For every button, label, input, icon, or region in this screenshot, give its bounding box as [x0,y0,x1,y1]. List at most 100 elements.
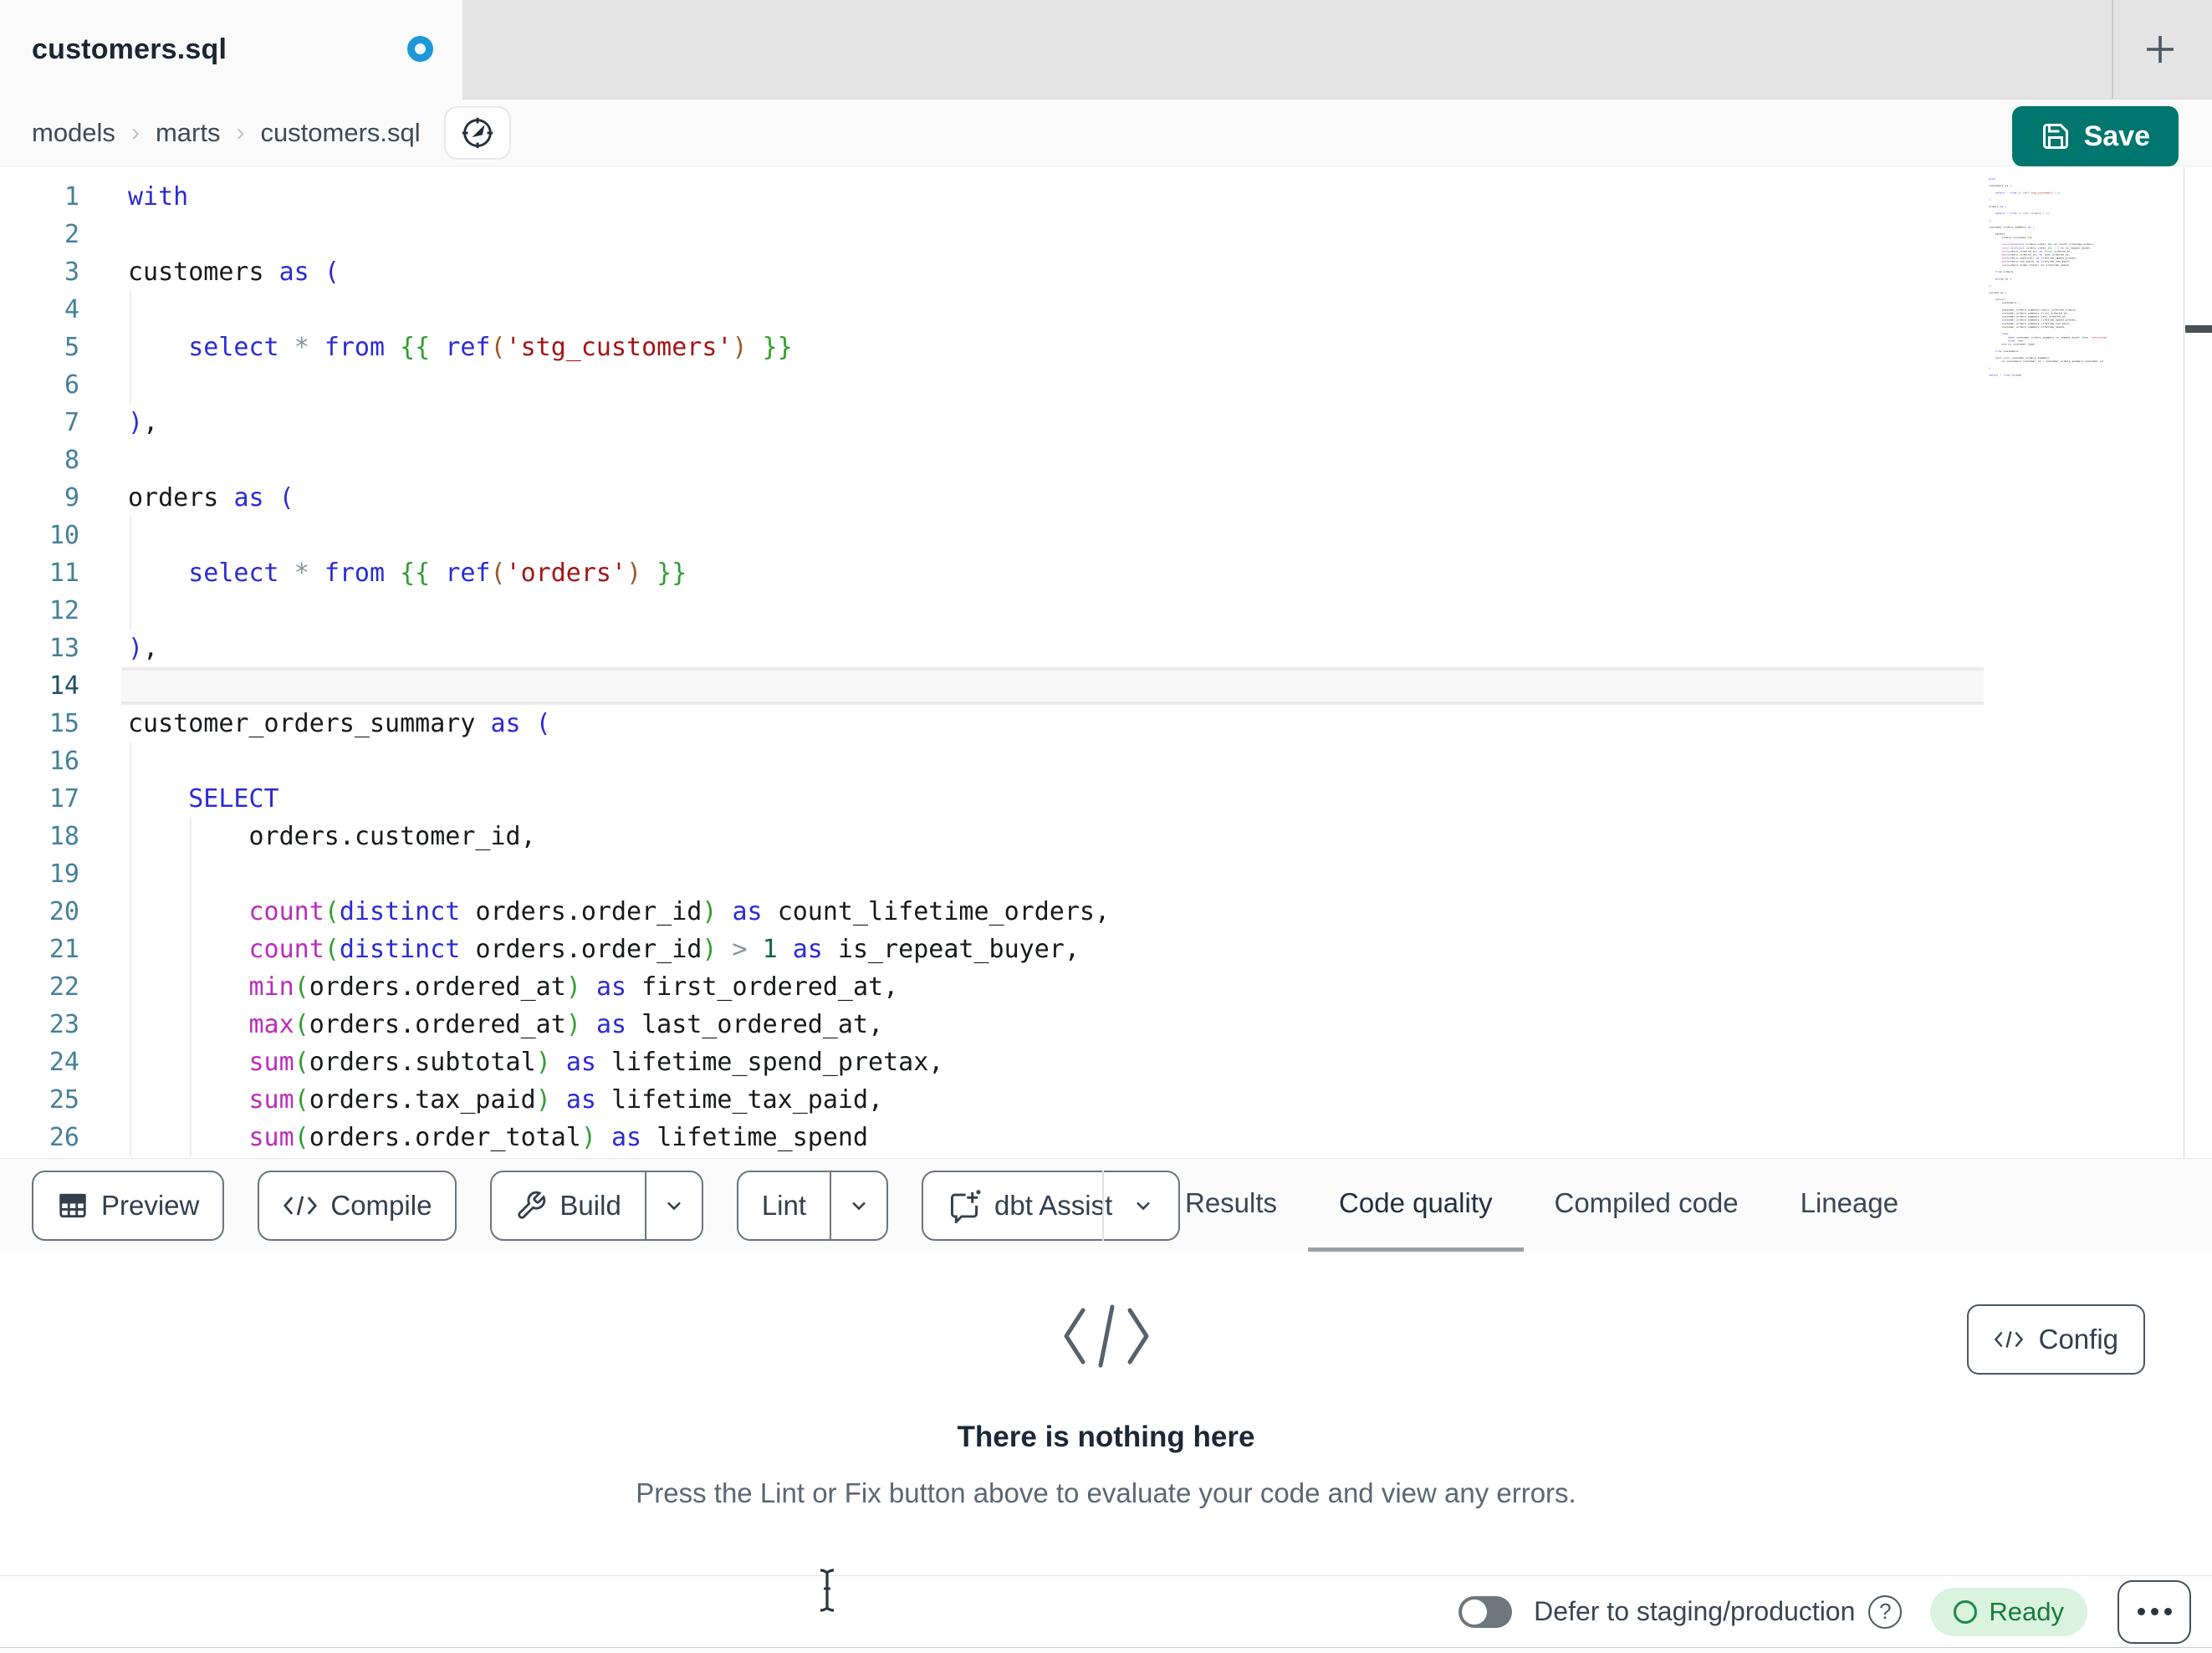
new-tab-button[interactable] [2122,13,2199,85]
code-icon [284,1196,318,1216]
unsaved-changes-dot [407,36,433,62]
status-bar: Defer to staging/production ? Ready [0,1575,2212,1647]
breadcrumb-separator: › [236,118,245,146]
wrench-icon [518,1191,546,1219]
minimap[interactable]: with customers as ( select * from {{ ref… [1989,177,2183,1147]
code-line[interactable]: 12 [0,592,2212,630]
tab-lineage[interactable]: Lineage [1770,1159,1929,1253]
code-icon [1994,1331,2023,1348]
code-line[interactable]: 7), [0,404,2212,441]
code-line[interactable]: 22 min(orders.ordered_at) as first_order… [0,968,2212,1006]
line-number: 13 [49,634,79,663]
line-number: 12 [49,596,79,625]
chevron-down-icon [1137,1201,1151,1211]
breadcrumb-file: customers.sql [260,117,421,147]
ide-status-badge[interactable]: Ready [1930,1587,2087,1636]
code-line[interactable]: 4 [0,291,2212,329]
toggle-knob [1462,1599,1488,1625]
assist-sparkle-icon [951,1190,981,1223]
code-line[interactable]: 1 with [0,178,2212,216]
code-line[interactable]: 18 orders.customer_id, [0,818,2212,855]
defer-toggle[interactable] [1458,1595,1513,1628]
plus-icon [2147,36,2174,63]
code-line[interactable]: 26 sum(orders.order_total) as lifetime_s… [0,1119,2212,1156]
more-options-button[interactable] [2117,1579,2191,1644]
line-number: 17 [49,784,79,814]
code-line[interactable]: 11 select * from {{ ref('orders') }} [0,554,2212,592]
tab-code-quality[interactable]: Code quality [1308,1159,1524,1253]
line-number: 14 [49,671,79,701]
code-line[interactable]: 23 max(orders.ordered_at) as last_ordere… [0,1006,2212,1043]
code-text: sum(orders.tax_paid) as lifetime_tax_pai… [248,1085,884,1115]
compile-button[interactable]: Compile [258,1171,457,1241]
code-line[interactable]: 10 [0,517,2212,554]
code-line[interactable]: 14 [0,667,2212,705]
code-line[interactable]: 16 [0,742,2212,780]
line-number: 5 [64,333,79,362]
tab-bar-divider [2112,0,2113,99]
open-in-explorer-button[interactable] [443,105,511,160]
code-line[interactable]: 25 sum(orders.tax_paid) as lifetime_tax_… [0,1081,2212,1119]
ide-status-label: Ready [1989,1596,2064,1626]
dbt-ide-window: customers.sql models › marts › customers… [0,0,2212,1653]
code-line[interactable]: 8 [0,441,2212,479]
code-line[interactable]: 19 [0,855,2212,893]
table-icon [59,1193,86,1218]
save-button[interactable]: Save [2011,106,2179,166]
breadcrumb-marts: marts [155,117,221,147]
preview-label: Preview [101,1190,200,1221]
tab-results[interactable]: Results [1154,1159,1308,1253]
code-text: max(orders.ordered_at) as last_ordered_a… [248,1010,884,1039]
file-tab-title: customers.sql [32,33,227,65]
dbt-assist-label: dbt Assist [994,1190,1113,1221]
code-quality-panel: There is nothing here Press the Lint or … [0,1252,2212,1575]
code-line[interactable]: 20 count(distinct orders.order_id) as co… [0,893,2212,931]
code-editor[interactable]: 1 with 2 3 customers as (4 5 select * from … [0,167,2212,1158]
code-lines[interactable]: 1 with 2 3 customers as (4 5 select * from … [0,178,2212,1156]
line-number: 11 [49,559,79,588]
code-line[interactable]: 2 [0,216,2212,253]
tab-compiled-code[interactable]: Compiled code [1524,1159,1770,1253]
lint-menu-button[interactable] [830,1172,886,1239]
code-line[interactable]: 5 select * from {{ ref('stg_customers') … [0,329,2212,366]
editor-tab-bar: customers.sql [0,0,2212,99]
code-line[interactable]: 21 count(distinct orders.order_id) > 1 a… [0,931,2212,968]
line-number: 9 [64,483,79,513]
code-text: sum(orders.order_total) as lifetime_spen… [248,1123,869,1152]
chevron-down-icon [852,1201,866,1211]
line-number: 19 [49,860,79,889]
defer-label: Defer to staging/production [1534,1596,1856,1626]
code-line[interactable]: 17 SELECT [0,780,2212,818]
breadcrumb-row: models › marts › customers.sql Save [0,99,2212,166]
editor-scrollbar-marker[interactable] [2185,325,2212,333]
code-line[interactable]: 15 customer_orders_summary as ( [0,705,2212,742]
code-line[interactable]: 3 customers as ( [0,253,2212,291]
code-text: count(distinct orders.order_id) > 1 as i… [248,935,1080,964]
help-icon[interactable]: ? [1868,1594,1903,1629]
action-bar-divider [1102,1171,1104,1241]
line-number: 6 [64,370,79,400]
dbt-assist-button[interactable]: dbt Assist [922,1171,1181,1241]
code-line[interactable]: 6 [0,366,2212,404]
line-number: 26 [49,1123,79,1152]
code-text: select * from {{ ref('stg_customers') }} [188,333,793,362]
build-menu-button[interactable] [644,1172,702,1239]
lint-button[interactable]: Lint [736,1171,889,1241]
chevron-down-icon [667,1201,681,1211]
code-line[interactable]: 13), [0,630,2212,667]
code-line[interactable]: 9 orders as ( [0,479,2212,517]
config-button[interactable]: Config [1966,1304,2145,1375]
status-ring-icon [1954,1599,1978,1624]
code-line[interactable]: 24 sum(orders.subtotal) as lifetime_spen… [0,1043,2212,1081]
file-tab-customers-sql[interactable]: customers.sql [0,0,462,99]
build-button[interactable]: Build [490,1171,703,1241]
line-number: 1 [64,182,79,212]
preview-button[interactable]: Preview [32,1171,225,1241]
line-number: 16 [49,747,79,776]
line-number: 2 [64,220,79,249]
